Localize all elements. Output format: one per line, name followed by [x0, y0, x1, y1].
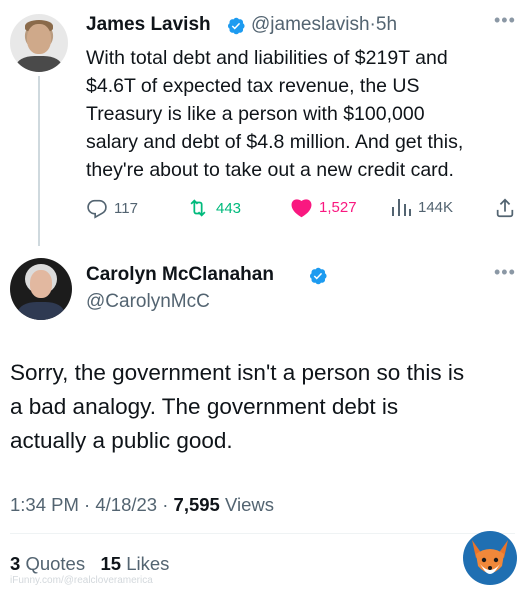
quotes-count: 3 — [10, 553, 21, 574]
tweet-time[interactable]: 1:34 PM — [10, 494, 79, 515]
views-button[interactable]: 144K — [390, 197, 453, 217]
tweet-time[interactable]: 5h — [376, 14, 397, 35]
author-name[interactable]: Carolyn McClanahan — [86, 264, 274, 286]
likes-count: 15 — [100, 553, 122, 574]
tweet-date[interactable]: 4/18/23 — [95, 494, 157, 515]
reply-count: 117 — [114, 199, 138, 217]
retweet-count: 443 — [216, 199, 242, 217]
quotes-link[interactable]: 3 Quotes — [10, 553, 85, 574]
avatar-carolyn-mcclanahan[interactable] — [10, 258, 72, 320]
views-icon — [390, 197, 412, 217]
tweet-text: Sorry, the government isn't a person so … — [10, 360, 465, 453]
views-count: 144K — [418, 198, 454, 216]
fox-logo-icon — [462, 530, 518, 586]
quotes-label: Quotes — [25, 553, 86, 574]
author-handle[interactable]: @jameslavish — [251, 14, 370, 35]
like-count: 1,527 — [319, 199, 357, 216]
share-icon — [494, 197, 516, 219]
retweet-button[interactable]: 443 — [186, 197, 241, 219]
views-label: Views — [224, 494, 274, 515]
share-button[interactable] — [494, 197, 516, 219]
more-icon[interactable]: ••• — [494, 262, 516, 283]
more-icon[interactable]: ••• — [494, 10, 516, 31]
divider — [10, 533, 515, 534]
likes-label: Likes — [126, 553, 170, 574]
reply-button[interactable]: 117 — [86, 197, 138, 219]
verified-badge-icon — [308, 266, 328, 291]
reply-icon — [86, 197, 108, 219]
views-count: 7,595 — [173, 494, 220, 515]
author-handle[interactable]: @CarolynMcC — [86, 291, 210, 313]
author-name[interactable]: James Lavish — [86, 14, 211, 36]
retweet-icon — [186, 197, 210, 219]
engagement-stats: 3 Quotes 15 Likes — [10, 553, 169, 575]
tweet-text: With total debt and liabilities of $219T… — [86, 47, 464, 181]
like-button[interactable]: 1,527 — [290, 197, 357, 218]
watermark-text: iFunny.com/@realcloveramerica — [10, 575, 153, 586]
like-icon — [290, 197, 313, 218]
tweet-meta: 1:34 PM · 4/18/23 · 7,595 Views — [10, 494, 274, 515]
author-handle-and-time[interactable]: @jameslavish·5h — [251, 14, 397, 36]
tweet-actions: 117 443 1,527 144K — [86, 197, 516, 221]
thread-connector-line — [38, 76, 40, 246]
verified-badge-icon — [226, 16, 246, 41]
avatar-james-lavish[interactable] — [10, 14, 68, 72]
likes-link[interactable]: 15 Likes — [101, 553, 170, 574]
